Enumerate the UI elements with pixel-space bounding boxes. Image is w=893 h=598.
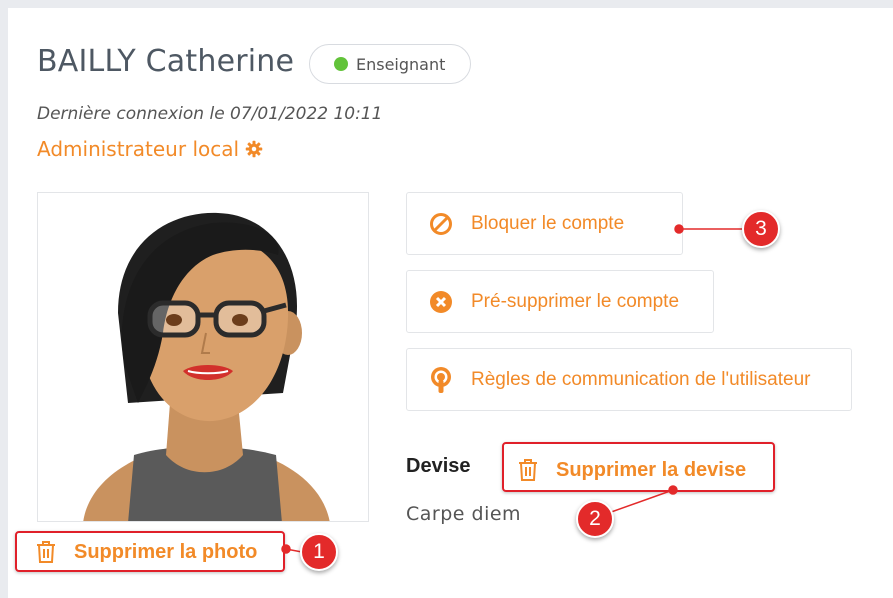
callout-badge-2: 2 <box>576 500 614 538</box>
callout-connectors <box>281 224 742 554</box>
callout-badge-3: 3 <box>742 210 780 248</box>
callout-badge-1: 1 <box>300 533 338 571</box>
